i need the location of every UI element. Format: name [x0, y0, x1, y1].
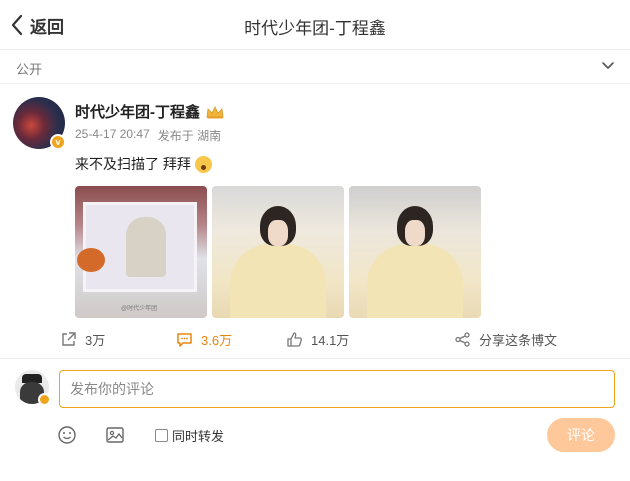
person-head — [397, 206, 433, 246]
post-source: 发布于 湖南 — [157, 129, 222, 143]
verified-badge-icon: v — [50, 134, 66, 150]
comment-input[interactable] — [59, 370, 615, 408]
post-images: @时代少年团 — [75, 186, 481, 318]
repost-checkbox-label: 同时转发 — [172, 429, 225, 444]
post-image-1[interactable]: @时代少年团 — [75, 186, 207, 318]
image-watermark: @时代少年团 — [121, 306, 158, 312]
repost-icon — [62, 332, 76, 346]
post-image-2[interactable] — [212, 186, 344, 318]
comment-icon — [177, 333, 192, 347]
post-date[interactable]: 25-4-17 20:47 — [75, 127, 150, 144]
post-text-row: 来不及扫描了 拜拜 — [75, 154, 212, 174]
share-icon — [455, 332, 470, 347]
comment-button[interactable]: 3.6万 — [176, 330, 232, 349]
checkbox-box[interactable] — [155, 429, 168, 442]
share-button[interactable]: 分享这条博文 — [454, 330, 557, 349]
emoji-icon[interactable] — [57, 425, 77, 445]
comment-count: 3.6万 — [201, 333, 233, 348]
image-icon[interactable] — [105, 425, 125, 445]
visibility-label: 公开 — [16, 62, 43, 77]
pumpkin-decoration — [77, 248, 105, 272]
divider — [0, 358, 630, 359]
person-head — [260, 206, 296, 246]
composer-toolbar: 同时转发 — [0, 420, 630, 452]
person-body — [367, 244, 463, 318]
like-button[interactable]: 14.1万 — [286, 330, 349, 349]
post-text: 来不及扫描了 拜拜 — [75, 156, 191, 172]
repost-count: 3万 — [85, 333, 106, 348]
surprised-emoji-icon — [194, 155, 212, 173]
share-label: 分享这条博文 — [479, 333, 558, 348]
post-image-3[interactable] — [349, 186, 481, 318]
polaroid-photo — [83, 202, 197, 292]
repost-checkbox[interactable]: 同时转发 — [155, 426, 224, 445]
fan-crown-icon — [206, 105, 224, 118]
page-title: 时代少年团-丁程鑫 — [244, 19, 386, 38]
action-bar: 3万 3.6万 14.1万 分享这条博文 — [0, 326, 630, 354]
thumbs-up-icon — [287, 332, 302, 347]
submit-comment-button[interactable]: 评论 — [547, 418, 615, 452]
post-meta: 25-4-17 20:47 发布于 湖南 — [75, 127, 221, 144]
top-bar: 返回 时代少年团-丁程鑫 — [0, 0, 630, 50]
verified-badge-icon — [38, 393, 51, 406]
visibility-selector[interactable]: 公开 — [0, 50, 630, 84]
author-name[interactable]: 时代少年团-丁程鑫 — [75, 101, 200, 122]
repost-button[interactable]: 3万 — [60, 330, 105, 349]
like-count: 14.1万 — [311, 333, 350, 348]
chevron-down-icon — [602, 62, 614, 69]
person-body — [230, 244, 326, 318]
author-name-row: 时代少年团-丁程鑫 — [75, 101, 225, 122]
